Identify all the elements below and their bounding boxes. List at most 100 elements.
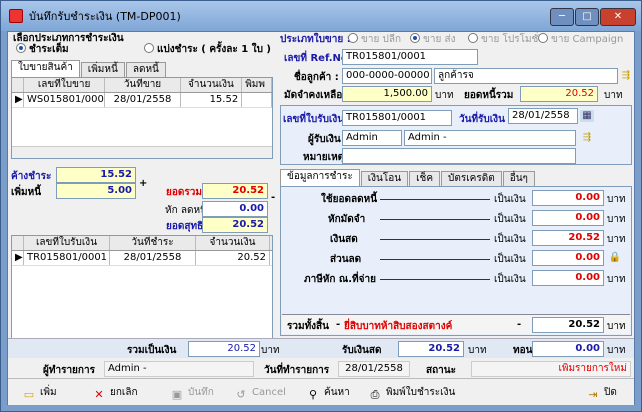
pay-line-label: หักมัดจำ — [328, 214, 366, 225]
payment-tabs: ข้อมูลการชำระ เงินโอน เช็ค บัตรเครดิต อื… — [280, 169, 536, 186]
cell-pay-date: 28/01/2558 — [110, 251, 196, 265]
cell-print — [242, 93, 272, 107]
receiver-lookup-icon[interactable]: ⇶ — [580, 132, 594, 144]
close-button[interactable]: ✕ — [600, 8, 636, 26]
tab-transfer[interactable]: เงินโอน — [360, 171, 409, 186]
calendar-icon[interactable]: ▦ — [580, 110, 594, 122]
sale-type-campaign[interactable]: ขาย Campaign — [538, 32, 623, 47]
table-row[interactable]: ▶ WS015801/0001 28/01/2558 15.52 — [12, 93, 272, 108]
radio-empty-icon — [468, 33, 478, 43]
customer-name-field[interactable]: ลูกค้ารจ — [434, 68, 618, 84]
discount-field[interactable]: 0.00 — [532, 250, 604, 266]
sale-type-promo[interactable]: ขาย โปรโมชั่น — [468, 32, 545, 47]
sale-type-retail-label: ขาย ปลีก — [361, 34, 402, 45]
tab-other[interactable]: อื่นๆ — [502, 171, 535, 186]
col-sale-date: วันที่ขาย — [105, 78, 181, 92]
payment-full-radio[interactable]: ชำระเต็ม — [16, 42, 69, 57]
tab-sales[interactable]: ใบขายสินค้า — [11, 60, 80, 77]
table-row[interactable]: ▶ TR015801/0001 28/01/2558 20.52 — [12, 251, 272, 266]
received-field[interactable]: 20.52 — [398, 341, 464, 357]
received-unit: บาท — [468, 345, 487, 356]
note-label: หมายเหตุ — [303, 152, 345, 163]
lock-icon[interactable]: 🔒 — [608, 252, 622, 264]
tab-cheque[interactable]: เช็ค — [409, 171, 441, 186]
pay-line-sep: เป็นเงิน — [494, 254, 526, 265]
cell-sale-no: WS015801/0001 — [24, 93, 106, 107]
deposit-label: มัดจำคงเหลือ : — [284, 90, 350, 101]
sale-type-wholesale[interactable]: ขาย ส่ง — [410, 32, 455, 47]
cell-receipt-no: TR015801/0001 — [24, 251, 110, 265]
horizontal-scrollbar[interactable] — [12, 146, 272, 158]
pay-line-sep: เป็นเงิน — [494, 194, 526, 205]
sales-grid-header: เลขที่ใบขาย วันที่ขาย จำนวนเงิน พิมพ — [12, 78, 272, 93]
cell-amount: 15.52 — [181, 93, 243, 107]
deposit-deduct-field[interactable]: 0.00 — [532, 210, 604, 226]
customer-lookup-icon[interactable]: ⇶ — [619, 70, 633, 82]
radio-empty-icon — [348, 33, 358, 43]
print-button[interactable]: ⎙ พิมพ์ใบชำระเงิน — [368, 384, 456, 402]
pay-line-sep: เป็นเงิน — [494, 234, 526, 245]
cash-field[interactable]: 20.52 — [532, 230, 604, 246]
receipt-no-label: เลขที่ใบรับเงิน — [283, 114, 345, 125]
app-icon — [9, 9, 23, 23]
receipt-no-field[interactable]: TR015801/0001 — [342, 110, 452, 126]
receipt-date-field[interactable]: 28/01/2558 — [508, 108, 578, 124]
tab-reduce-debt[interactable]: ลดหนี้ — [125, 62, 166, 77]
receipt-grid: เลขที่ใบรับเงิน วันที่ชำระ จำนวนเงิน ▶ T… — [11, 235, 273, 345]
pay-line-rule — [380, 259, 490, 260]
status-field: เพิ่มรายการใหม่ — [471, 361, 631, 377]
ref-field[interactable]: TR015801/0001 — [342, 49, 478, 65]
note-field[interactable] — [342, 148, 576, 164]
debt-total-label: ยอดหนี้รวม — [464, 90, 514, 101]
tab-payment-info[interactable]: ข้อมูลการชำระ — [280, 169, 360, 186]
net-label: ยอดสุทธิ — [166, 221, 204, 232]
grand-total-words: ยี่สิบบาทห้าสิบสองสตางค์ — [344, 321, 453, 332]
receiver-code-field[interactable]: Admin — [342, 130, 402, 146]
minus-sign: - — [271, 192, 276, 203]
add-debt-label: เพิ่มหนี้ — [11, 187, 42, 198]
tab-credit-card[interactable]: บัตรเครดิต — [441, 171, 502, 186]
status-label: สถานะ — [426, 365, 456, 376]
total-field: 20.52 — [202, 183, 268, 199]
row-header-cell — [12, 78, 24, 92]
search-button[interactable]: ⚲ ค้นหา — [306, 384, 350, 402]
pay-line-label: ภาษีหัก ณ.ที่จ่าย — [304, 274, 376, 285]
radio-selected-icon — [410, 33, 420, 43]
pay-line-rule — [380, 199, 490, 200]
minimize-button[interactable]: ─ — [550, 8, 574, 26]
receiver-name-field[interactable]: Admin - — [404, 130, 576, 146]
toolbar: ▭ เพิ่ม ✕ ยกเลิก ▣ บันทึก ↺ Cancel ⚲ ค้นหา ⎙ พ… — [8, 378, 634, 405]
window: บันทึกรับชำระเงิน (TM-DP001) ─ □ ✕ เลือก… — [0, 0, 642, 412]
receipt-grid-header: เลขที่ใบรับเงิน วันที่ชำระ จำนวนเงิน — [12, 236, 272, 251]
sum-unit: บาท — [261, 345, 280, 356]
deposit-field: 1,500.00 — [342, 86, 432, 102]
close-form-button[interactable]: ⇥ ปิด — [586, 384, 616, 402]
sale-type-promo-label: ขาย โปรโมชั่น — [481, 34, 546, 45]
pay-line-rule — [380, 219, 490, 220]
save-label: บันทึก — [188, 387, 214, 398]
sum-label: รวมเป็นเงิน — [127, 345, 177, 356]
pay-line-sep: เป็นเงิน — [494, 214, 526, 225]
withholding-tax-field[interactable]: 0.00 — [532, 270, 604, 286]
use-reduce-field[interactable]: 0.00 — [532, 190, 604, 206]
save-button[interactable]: ▣ บันทึก — [170, 384, 214, 402]
sale-type-wholesale-label: ขาย ส่ง — [423, 34, 456, 45]
cancel-button[interactable]: ↺ Cancel — [234, 384, 286, 402]
cancel-doc-button[interactable]: ✕ ยกเลิก — [92, 384, 137, 402]
cell-sale-date: 28/01/2558 — [105, 93, 181, 107]
outstanding-field: 15.52 — [56, 167, 136, 183]
tab-add-debt[interactable]: เพิ่มหนี้ — [80, 62, 125, 77]
pay-line-label: เงินสด — [330, 234, 358, 245]
customer-code-field[interactable]: 000-0000-00000 — [342, 68, 432, 84]
payment-installment-radio[interactable]: แบ่งชำระ ( ครั้งละ 1 ใบ ) — [144, 42, 271, 57]
add-button[interactable]: ▭ เพิ่ม — [22, 384, 57, 402]
sale-type-label: ประเภทใบขาย : — [280, 34, 351, 45]
maximize-button[interactable]: □ — [575, 8, 599, 26]
col-amount: จำนวนเงิน — [181, 78, 243, 92]
col-receipt-amount: จำนวนเงิน — [196, 236, 270, 250]
pay-line-unit: บาท — [607, 194, 626, 205]
grand-dash: - — [336, 319, 341, 330]
sale-type-retail[interactable]: ขาย ปลีก — [348, 32, 401, 47]
radio-selected-icon — [16, 43, 26, 53]
row-header-cell — [12, 236, 24, 250]
